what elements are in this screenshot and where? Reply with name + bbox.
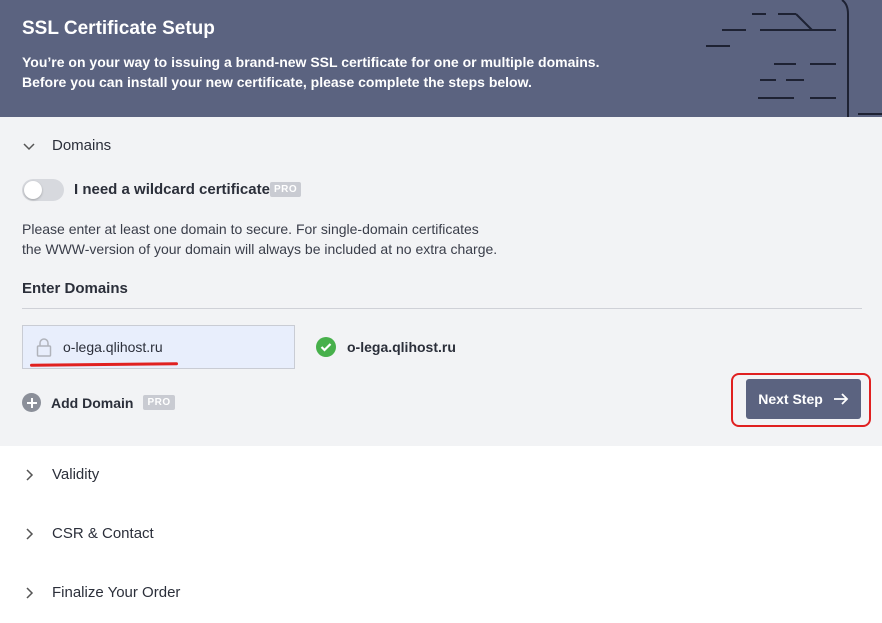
pro-badge: PRO: [270, 182, 302, 197]
pro-badge: PRO: [143, 395, 175, 410]
header-decoration-icon: [706, 0, 882, 117]
subtitle-line-2: Before you can install your new certific…: [22, 74, 532, 90]
description-line-2: the WWW-version of your domain will alwa…: [22, 241, 498, 257]
domains-header[interactable]: Domains: [22, 137, 111, 154]
check-circle-icon: [316, 337, 336, 357]
wildcard-toggle[interactable]: [22, 179, 64, 201]
section-validity[interactable]: Validity: [0, 446, 882, 506]
lock-icon: [36, 338, 52, 357]
domains-title: Domains: [52, 137, 112, 154]
wildcard-label: I need a wildcard certificate: [74, 181, 270, 198]
add-domain-button[interactable]: Add Domain PRO: [22, 393, 175, 412]
domains-description: Please enter at least one domain to secu…: [22, 219, 582, 259]
domain-input-value: o-lega.qlihost.ru: [63, 339, 163, 355]
validity-header[interactable]: Validity: [22, 466, 99, 483]
page-subtitle: You’re on your way to issuing a brand-ne…: [22, 52, 662, 92]
page-header: SSL Certificate Setup You’re on your way…: [0, 0, 882, 117]
validity-title: Validity: [52, 466, 100, 483]
section-csr-contact[interactable]: CSR & Contact: [0, 505, 882, 565]
domains-section: Domains I need a wildcard certificate PR…: [0, 117, 882, 447]
csr-contact-title: CSR & Contact: [52, 525, 154, 542]
subtitle-line-1: You’re on your way to issuing a brand-ne…: [22, 54, 600, 70]
add-domain-label: Add Domain: [51, 394, 134, 411]
arrow-right-icon: [833, 393, 849, 405]
finalize-order-header[interactable]: Finalize Your Order: [22, 584, 180, 601]
section-finalize-order[interactable]: Finalize Your Order: [0, 564, 882, 623]
toggle-knob: [24, 181, 42, 199]
validated-domain: o-lega.qlihost.ru: [347, 339, 456, 355]
csr-contact-header[interactable]: CSR & Contact: [22, 525, 154, 542]
description-line-1: Please enter at least one domain to secu…: [22, 221, 479, 237]
next-step-button[interactable]: Next Step: [746, 379, 861, 419]
page-title: SSL Certificate Setup: [22, 18, 215, 39]
divider: [22, 308, 862, 309]
finalize-order-title: Finalize Your Order: [52, 584, 181, 601]
enter-domains-label: Enter Domains: [22, 280, 128, 297]
chevron-down-icon: [23, 142, 35, 150]
chevron-right-icon: [26, 527, 34, 540]
chevron-right-icon: [26, 468, 34, 481]
plus-circle-icon: [22, 393, 41, 412]
next-step-label: Next Step: [758, 391, 823, 407]
chevron-right-icon: [26, 586, 34, 599]
